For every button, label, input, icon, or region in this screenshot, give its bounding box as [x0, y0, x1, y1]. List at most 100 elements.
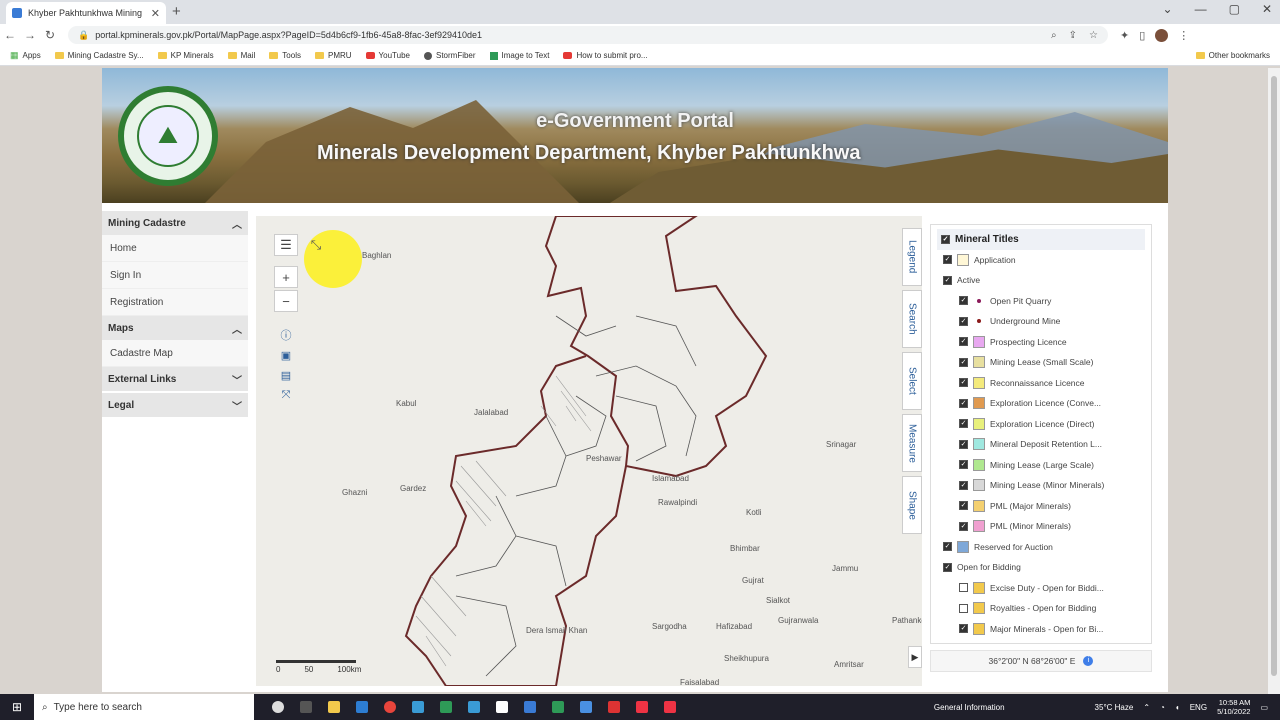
profile-avatar[interactable]: [1155, 28, 1169, 42]
volume-icon[interactable]: ◖: [1175, 703, 1180, 712]
page-scrollbar[interactable]: [1268, 68, 1280, 694]
tab-shape[interactable]: Shape: [902, 476, 922, 534]
app-icon[interactable]: [608, 701, 620, 713]
print-icon[interactable]: ▤: [276, 366, 296, 384]
identify-icon[interactable]: ▣: [276, 346, 296, 364]
legend-title[interactable]: ✓ Mineral Titles: [937, 229, 1145, 250]
other-bookmarks[interactable]: Other bookmarks: [1195, 51, 1270, 60]
sidebar-section-external-links[interactable]: External Links ﹀: [102, 367, 248, 391]
clock[interactable]: 10:58 AM 5/10/2022: [1217, 698, 1250, 716]
legend-item[interactable]: ✓ Open Pit Quarry: [931, 291, 1151, 312]
app-icon[interactable]: [636, 701, 648, 713]
menu-icon[interactable]: ⋮: [1178, 29, 1189, 42]
bookmark-star-icon[interactable]: ☆: [1089, 30, 1098, 41]
bookmark-pmru[interactable]: PMRU: [314, 51, 352, 60]
legend-checkbox[interactable]: ✓: [943, 542, 952, 552]
legend-item[interactable]: ✓ Reconnaissance Licence: [931, 373, 1151, 394]
legend-item[interactable]: Excise Duty - Open for Biddi...: [931, 578, 1151, 599]
bookmark-how-to-submit[interactable]: How to submit pro...: [563, 51, 648, 60]
tab-search[interactable]: Search: [902, 290, 922, 348]
legend-checkbox[interactable]: ✓: [959, 378, 968, 388]
close-window-icon[interactable]: ✕: [1262, 2, 1272, 16]
new-tab-icon[interactable]: +: [172, 3, 181, 20]
back-icon[interactable]: ←: [0, 28, 20, 42]
cadastre-map[interactable]: ☰ ⤡ + − ⓘ ▣ ▤ ⤧ Baghlan Kabul Jalalabad …: [256, 216, 922, 686]
legend-checkbox[interactable]: ✓: [959, 419, 968, 429]
legend-item[interactable]: ✓ Exploration Licence (Direct): [931, 414, 1151, 435]
scrollbar-thumb[interactable]: [1271, 76, 1277, 676]
zoom-out-icon[interactable]: −: [274, 290, 298, 312]
legend-item[interactable]: Royalties - Open for Bidding: [931, 598, 1151, 619]
app-icon[interactable]: [524, 701, 536, 713]
zoom-icon[interactable]: ⌕: [1051, 30, 1057, 41]
legend-checkbox[interactable]: ✓: [943, 562, 952, 572]
info-icon[interactable]: ⓘ: [276, 326, 296, 344]
legend-checkbox[interactable]: ✓: [943, 275, 952, 285]
extent-icon[interactable]: ⤧: [276, 386, 296, 404]
bookmark-mining-cadastre[interactable]: Mining Cadastre Sy...: [54, 51, 144, 60]
app-icon[interactable]: [664, 701, 676, 713]
legend-item[interactable]: ✓ Major Minerals - Open for Bi...: [931, 619, 1151, 640]
bookmark-apps[interactable]: ▦ Apps: [10, 50, 41, 61]
legend-item[interactable]: ✓ PML (Minor Minerals): [931, 516, 1151, 537]
bookmark-mail[interactable]: Mail: [227, 51, 255, 60]
bookmark-image-to-text[interactable]: Image to Text: [489, 51, 549, 60]
panel-toggle-icon[interactable]: ▶: [908, 646, 922, 668]
legend-checkbox[interactable]: ✓: [959, 337, 968, 347]
bookmark-kp-minerals[interactable]: KP Minerals: [157, 51, 214, 60]
legend-checkbox[interactable]: ✓: [959, 624, 968, 634]
file-explorer-icon[interactable]: [328, 701, 340, 713]
side-panel-icon[interactable]: ▯: [1139, 29, 1145, 42]
layers-menu-icon[interactable]: ☰: [274, 234, 298, 256]
sidebar-section-legal[interactable]: Legal ﹀: [102, 393, 248, 417]
tab-measure[interactable]: Measure: [902, 414, 922, 472]
bookmark-tools[interactable]: Tools: [269, 51, 301, 60]
minimize-icon[interactable]: ⌄: [1163, 2, 1173, 16]
sidebar-item-home[interactable]: Home: [102, 235, 248, 262]
task-view-icon[interactable]: [300, 701, 312, 713]
app-icon[interactable]: [468, 701, 480, 713]
app-icon[interactable]: [412, 701, 424, 713]
extensions-icon[interactable]: ✦: [1120, 29, 1129, 42]
checkbox[interactable]: ✓: [941, 234, 950, 244]
info-icon[interactable]: i: [1083, 656, 1094, 666]
legend-checkbox[interactable]: [959, 603, 968, 613]
sidebar-item-registration[interactable]: Registration: [102, 289, 248, 316]
maximize-icon[interactable]: ▢: [1229, 2, 1240, 16]
legend-item[interactable]: ✓ Mining Lease (Large Scale): [931, 455, 1151, 476]
legend-checkbox[interactable]: ✓: [959, 398, 968, 408]
taskbar-search[interactable]: ⌕ Type here to search: [34, 694, 254, 720]
legend-checkbox[interactable]: ✓: [959, 480, 968, 490]
forward-icon[interactable]: →: [20, 28, 40, 42]
cortana-icon[interactable]: [272, 701, 284, 713]
zoom-in-icon[interactable]: +: [274, 266, 298, 288]
notification-icon[interactable]: ▭: [1260, 703, 1268, 712]
app-icon[interactable]: [580, 701, 592, 713]
tab-legend[interactable]: Legend: [902, 228, 922, 286]
lock-icon[interactable]: 🔒: [78, 30, 89, 41]
app-icon[interactable]: [496, 701, 508, 713]
bookmark-stormfiber[interactable]: StormFiber: [423, 51, 476, 60]
sidebar-item-cadastre-map[interactable]: Cadastre Map: [102, 340, 248, 367]
app-icon[interactable]: [552, 701, 564, 713]
legend-item[interactable]: ✓ Underground Mine: [931, 311, 1151, 332]
language-indicator[interactable]: ENG: [1190, 703, 1207, 712]
bookmark-youtube[interactable]: YouTube: [365, 51, 410, 60]
legend-item[interactable]: ✓ Mining Lease (Minor Minerals): [931, 475, 1151, 496]
url-field[interactable]: 🔒 portal.kpminerals.gov.pk/Portal/MapPag…: [68, 26, 1108, 44]
legend-checkbox[interactable]: ✓: [943, 255, 952, 265]
legend-checkbox[interactable]: [959, 583, 968, 593]
sidebar-item-sign-in[interactable]: Sign In: [102, 262, 248, 289]
edge-icon[interactable]: [356, 701, 368, 713]
legend-item[interactable]: ✓ Prospecting Licence: [931, 332, 1151, 353]
legend-item[interactable]: ✓ Open for Bidding: [931, 557, 1151, 578]
legend-item[interactable]: ✓ Mineral Deposit Retention L...: [931, 434, 1151, 455]
legend-item[interactable]: ✓ PML (Major Minerals): [931, 496, 1151, 517]
app-icon[interactable]: [440, 701, 452, 713]
reload-icon[interactable]: ↻: [40, 28, 60, 42]
legend-checkbox[interactable]: ✓: [959, 501, 968, 511]
network-icon[interactable]: ◔: [1160, 703, 1165, 712]
fullscreen-icon[interactable]: ⤡: [304, 234, 328, 256]
legend-checkbox[interactable]: ✓: [959, 521, 968, 531]
legend-item[interactable]: ✓ Application: [931, 250, 1151, 271]
